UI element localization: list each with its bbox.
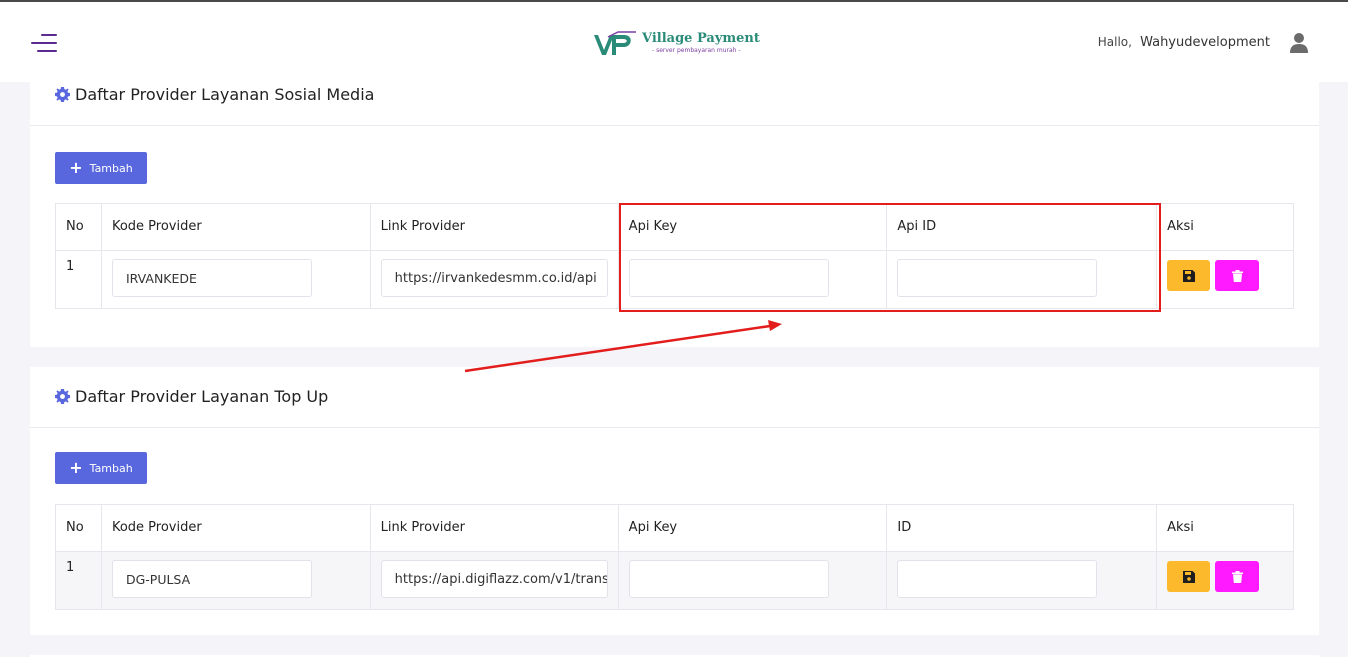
brand-name: Village Payment [642,31,760,46]
village-payment-logo[interactable]: Village Payment - server pembayaran mura… [592,29,762,63]
column-header-api-key: Api Key [617,203,888,251]
delete-button[interactable] [1215,561,1260,592]
kode-cell: IRVANKEDE [100,250,371,309]
actions-cell [1156,250,1294,309]
card-title: Daftar Provider Layanan Sosial Media [55,85,374,104]
id-cell [886,551,1158,610]
add-provider-button[interactable]: + Tambah [55,452,147,484]
save-button[interactable] [1167,260,1211,291]
table-header-row: No Kode Provider Link Provider Api Key I… [55,504,1294,552]
kode-provider-input[interactable]: DG-PULSA [111,560,312,598]
column-header-id: ID [886,504,1158,552]
api-key-cell [617,250,888,309]
link-provider-input[interactable]: https://irvankedesmm.co.id/api [380,259,608,297]
row-number: 1 [55,551,102,610]
column-header-no: No [55,203,102,251]
user-icon[interactable] [1288,32,1310,54]
column-header-link-provider: Link Provider [369,203,619,251]
table-row: 1 IRVANKEDE https://irvankedesmm.co.id/a… [55,250,1294,309]
column-header-api-key: Api Key [617,504,888,552]
actions-cell [1156,551,1294,610]
trash-icon [1231,269,1243,282]
plus-icon: + [69,458,83,477]
save-icon [1182,269,1195,282]
api-key-input[interactable] [628,259,829,297]
column-header-kode-provider: Kode Provider [100,504,371,552]
add-button-label: Tambah [89,461,133,475]
vp-logo-icon [594,31,636,55]
api-id-cell [886,250,1158,309]
api-id-input[interactable] [897,259,1098,297]
sosmed-provider-card: Daftar Provider Layanan Sosial Media + T… [30,65,1319,347]
card-title-text: Daftar Provider Layanan Top Up [75,387,329,406]
card-title: Daftar Provider Layanan Top Up [55,387,328,406]
username: Wahyudevelopment [1140,35,1270,50]
user-greeting: Hallo, Wahyudevelopment [1098,35,1270,50]
brand-tagline: - server pembayaran murah - [652,47,741,54]
delete-button[interactable] [1215,260,1260,291]
topup-provider-card: Daftar Provider Layanan Top Up + Tambah … [30,367,1319,635]
link-provider-input[interactable]: https://api.digiflazz.com/v1/transaction [380,560,608,598]
card-header: Daftar Provider Layanan Top Up [30,367,1319,428]
api-key-input[interactable] [628,560,829,598]
column-header-kode-provider: Kode Provider [100,203,371,251]
kode-provider-input[interactable]: IRVANKEDE [111,259,312,297]
gear-icon [55,87,70,102]
column-header-no: No [55,504,102,552]
column-header-aksi: Aksi [1156,504,1294,552]
add-provider-button[interactable]: + Tambah [55,152,147,184]
kode-cell: DG-PULSA [100,551,371,610]
gear-icon [55,389,70,404]
add-button-label: Tambah [89,161,133,175]
link-cell: https://api.digiflazz.com/v1/transaction [369,551,619,610]
column-header-api-id: Api ID [886,203,1158,251]
column-header-link-provider: Link Provider [369,504,619,552]
provider-table: No Kode Provider Link Provider Api Key I… [55,504,1294,610]
save-icon [1182,570,1195,583]
plus-icon: + [69,158,83,177]
card-title-text: Daftar Provider Layanan Sosial Media [75,85,375,104]
column-header-aksi: Aksi [1156,203,1294,251]
top-navbar: Village Payment - server pembayaran mura… [0,0,1348,82]
id-input[interactable] [897,560,1098,598]
trash-icon [1231,570,1243,583]
save-button[interactable] [1167,561,1211,592]
link-cell: https://irvankedesmm.co.id/api [369,250,619,309]
api-key-cell [617,551,888,610]
row-number: 1 [55,250,102,309]
greeting-label: Hallo, [1097,35,1132,49]
table-row: 1 DG-PULSA https://api.digiflazz.com/v1/… [55,551,1294,610]
provider-table: No Kode Provider Link Provider Api Key A… [55,203,1294,309]
hamburger-icon[interactable] [29,32,57,54]
table-header-row: No Kode Provider Link Provider Api Key A… [55,203,1294,251]
